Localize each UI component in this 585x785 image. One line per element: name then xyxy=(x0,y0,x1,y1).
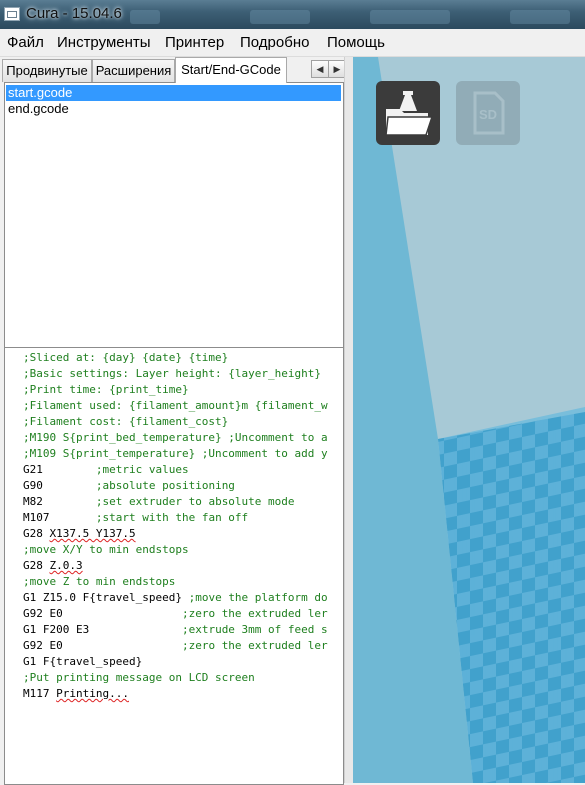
list-item-start-gcode[interactable]: start.gcode xyxy=(6,85,341,101)
code-line: G1 F{travel_speed} xyxy=(23,654,142,670)
code-text: G28 xyxy=(23,527,50,540)
tab-scroll-left-button[interactable]: ◀ xyxy=(311,60,329,78)
3d-viewport[interactable]: SD xyxy=(353,57,585,783)
code-comment: ;absolute positioning xyxy=(95,479,235,492)
code-text: M117 xyxy=(23,687,57,700)
code-line: M117 Printing... xyxy=(23,686,129,702)
menu-expert[interactable]: Подробно xyxy=(240,34,309,51)
code-text: ;Put printing message on LCD screen xyxy=(23,671,255,684)
menu-tools[interactable]: Инструменты xyxy=(57,34,151,51)
code-line: ;Basic settings: Layer height: {layer_he… xyxy=(23,366,328,382)
code-comment: ;move the platform do xyxy=(188,591,328,604)
code-comment: ;metric values xyxy=(95,463,189,476)
menu-bar: Файл Инструменты Принтер Подробно Помощь xyxy=(0,29,585,57)
title-bar: Cura - 15.04.6 xyxy=(0,0,585,29)
code-comment: ;zero the extruded ler xyxy=(181,607,328,620)
menu-file[interactable]: Файл xyxy=(7,34,44,51)
code-comment: ;set extruder to absolute mode xyxy=(95,495,295,508)
app-icon xyxy=(4,7,20,21)
tab-advanced[interactable]: Продвинутые xyxy=(2,59,92,82)
code-text: G1 F{travel_speed} xyxy=(23,655,143,668)
gcode-file-list: start.gcode end.gcode xyxy=(4,82,344,348)
tab-plugins[interactable]: Расширения xyxy=(92,59,175,82)
spellcheck-underlined-text: Printing... xyxy=(56,687,129,700)
code-text: G28 xyxy=(23,559,50,572)
code-comment: ;start with the fan off xyxy=(95,511,249,524)
list-item-end-gcode[interactable]: end.gcode xyxy=(6,101,69,117)
code-line: G1 F200 E3 ;extrude 3mm of feed s xyxy=(23,622,328,638)
editor-margin xyxy=(5,348,19,784)
code-line: ;Filament cost: {filament_cost} xyxy=(23,414,228,430)
code-text: ;Sliced at: {day} {date} {time} xyxy=(23,351,229,364)
code-text: G92 E0 xyxy=(23,639,182,652)
code-line: ;M190 S{print_bed_temperature} ;Uncommen… xyxy=(23,430,328,446)
code-line: G92 E0 ;zero the extruded ler xyxy=(23,638,328,654)
menu-printer[interactable]: Принтер xyxy=(165,34,224,51)
code-text: ;Filament used: {filament_amount}m {fila… xyxy=(23,399,328,412)
code-text: ;move Z to min endstops xyxy=(23,575,176,588)
sd-card-icon: SD xyxy=(473,91,505,135)
code-line: ;Filament used: {filament_amount}m {fila… xyxy=(23,398,328,414)
code-text: ;M190 S{print_bed_temperature} ;Uncommen… xyxy=(23,431,328,444)
sd-label: SD xyxy=(479,107,497,122)
gcode-editor[interactable]: ;Sliced at: {day} {date} {time} ;Basic se… xyxy=(4,347,344,785)
code-line: G92 E0 ;zero the extruded ler xyxy=(23,606,328,622)
code-line: ;M109 S{print_temperature} ;Uncomment to… xyxy=(23,446,328,462)
code-line: ;move Z to min endstops xyxy=(23,574,175,590)
spellcheck-underlined-text: Z.0.3 xyxy=(49,559,83,572)
tab-start-end-gcode[interactable]: Start/End-GCode xyxy=(175,57,287,83)
code-text: G1 F200 E3 xyxy=(23,623,182,636)
code-line: G28 Z.0.3 xyxy=(23,558,83,574)
load-model-button[interactable] xyxy=(376,81,440,145)
code-text: G1 Z15.0 F{travel_speed} xyxy=(23,591,189,604)
code-line: ;move X/Y to min endstops xyxy=(23,542,189,558)
folder-load-icon xyxy=(385,91,434,136)
code-comment: ;zero the extruded ler xyxy=(181,639,328,652)
code-text: ;M109 S{print_temperature} ;Uncomment to… xyxy=(23,447,328,460)
code-line: G28 X137.5 Y137.5 xyxy=(23,526,136,542)
spellcheck-underlined-text: X137.5 Y137.5 xyxy=(49,527,136,540)
build-platform xyxy=(353,57,585,783)
code-text: ;Print time: {print_time} xyxy=(23,383,189,396)
code-text: ;Filament cost: {filament_cost} xyxy=(23,415,229,428)
code-line: M107 ;start with the fan off xyxy=(23,510,248,526)
code-text: M107 xyxy=(23,511,96,524)
code-text: G92 E0 xyxy=(23,607,182,620)
window-title: Cura - 15.04.6 xyxy=(26,5,122,22)
background-blur xyxy=(370,10,450,24)
settings-panel: Продвинутые Расширения Start/End-GCode ◀… xyxy=(0,57,350,785)
code-line: G1 Z15.0 F{travel_speed} ;move the platf… xyxy=(23,590,328,606)
background-blur xyxy=(250,10,310,24)
code-comment: ;extrude 3mm of feed s xyxy=(181,623,328,636)
code-line: G21 ;metric values xyxy=(23,462,189,478)
code-text: ;Basic settings: Layer height: {layer_he… xyxy=(23,367,328,380)
code-text: G90 xyxy=(23,479,96,492)
code-text: M82 xyxy=(23,495,96,508)
code-line: ;Print time: {print_time} xyxy=(23,382,189,398)
background-blur xyxy=(510,10,570,24)
code-text: ;move X/Y to min endstops xyxy=(23,543,189,556)
menu-help[interactable]: Помощь xyxy=(327,34,385,51)
background-blur xyxy=(130,10,160,24)
save-sd-button[interactable]: SD xyxy=(456,81,520,145)
code-line: ;Put printing message on LCD screen xyxy=(23,670,255,686)
code-line: G90 ;absolute positioning xyxy=(23,478,235,494)
code-line: M82 ;set extruder to absolute mode xyxy=(23,494,295,510)
code-line: ;Sliced at: {day} {date} {time} xyxy=(23,350,228,366)
code-text: G21 xyxy=(23,463,96,476)
